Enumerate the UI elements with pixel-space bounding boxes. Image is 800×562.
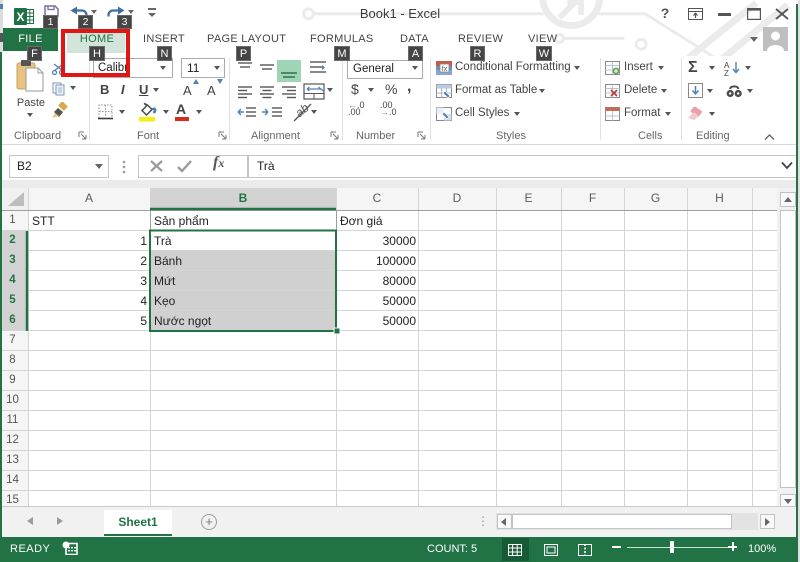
svg-text:fx: fx	[442, 66, 448, 73]
svg-text:ab: ab	[292, 100, 311, 120]
svg-text:Z: Z	[724, 69, 729, 76]
svg-text:X: X	[16, 10, 24, 24]
